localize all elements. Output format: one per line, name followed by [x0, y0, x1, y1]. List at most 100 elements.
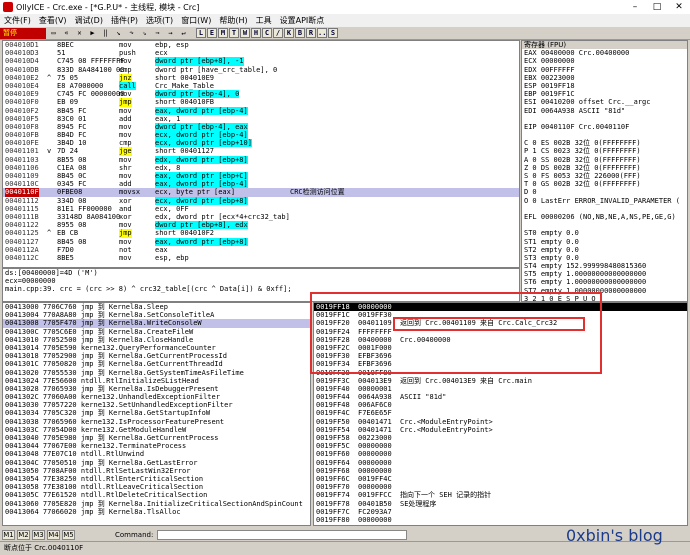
menu-item[interactable]: 插件(P) — [107, 15, 142, 26]
stack-row[interactable]: 0019FF3C 004013E9 返回到 Crc.004013E9 来自 Crc.… — [314, 377, 687, 385]
register-row[interactable]: EBX 00223000 — [522, 74, 687, 82]
dump-row[interactable]: 00413014 7705E590 kerne132.QueryPerforma… — [3, 344, 310, 352]
disasm-row[interactable]: 004010E2 ^ 75 05 jnz short 004010E9 — [3, 73, 519, 82]
register-row[interactable]: O 0 LastErr ERROR_INVALID_PARAMETER ( — [522, 197, 687, 205]
register-row[interactable]: EFL 00000206 (NO,NB,NE,A,NS,PE,GE,G) — [522, 213, 687, 221]
view-letter-button[interactable]: B — [295, 28, 305, 38]
dump-row[interactable]: 00413028 77065930 jmp 到 Kernel8a.IsDebug… — [3, 385, 310, 393]
stack-row[interactable]: 0019FF40 00000001 — [314, 385, 687, 393]
disasm-row[interactable]: 0040112A F7D0 not eax — [3, 246, 519, 254]
register-row[interactable]: EDX 00FFFFFF — [522, 66, 687, 74]
dump-row[interactable]: 00413020 77055530 jmp 到 Kernel8a.GetSyst… — [3, 369, 310, 377]
register-row[interactable]: EBP 0019FF1C — [522, 90, 687, 98]
view-letter-button[interactable]: H — [251, 28, 261, 38]
disasm-row[interactable]: 004010F0 EB 09 jmp short 004010FB — [3, 98, 519, 107]
disasm-row[interactable]: 0040111B 33148D 8A084100 xor edx, dword ptr… — [3, 213, 519, 221]
menu-item[interactable]: 调试(D) — [71, 15, 107, 26]
trace-into-icon[interactable]: ⇘ — [139, 28, 150, 38]
menu-item[interactable]: 查看(V) — [35, 15, 71, 26]
view-letter-button[interactable]: W — [240, 28, 250, 38]
register-row[interactable]: P 1 CS 0023 32位 0(FFFFFFFF) — [522, 147, 687, 155]
menu-item[interactable]: 帮助(H) — [215, 15, 251, 26]
rewind-icon[interactable]: « — [61, 28, 72, 38]
dump-row[interactable]: 00413058 77E38100 ntdll.RtlLeaveCritical… — [3, 483, 310, 491]
menu-item[interactable]: 选项(T) — [142, 15, 177, 26]
stack-row[interactable]: 0019FF78 00401B50 SE处理程序 — [314, 500, 687, 508]
dump-row[interactable]: 00413064 77066020 jmp 到 Kernel8a.TlsAllo… — [3, 508, 310, 516]
stack-row[interactable]: 0019FF70 00000000 — [314, 483, 687, 491]
register-row[interactable]: ECX 00000000 — [522, 57, 687, 65]
disasm-row[interactable]: 00401112 334D 08 xor ecx, dword ptr [ebp+8] — [3, 196, 519, 205]
view-letter-button[interactable]: L — [196, 28, 206, 38]
m4-button[interactable]: M4 — [47, 529, 60, 540]
stack-row[interactable]: 0019FF5C 00000000 — [314, 442, 687, 450]
view-letter-button[interactable]: / — [273, 28, 283, 38]
run-icon[interactable]: ▶ — [87, 28, 98, 38]
menu-item[interactable]: 文件(F) — [0, 15, 35, 26]
dump-row[interactable]: 00413018 77052900 jmp 到 Kernel8a.GetCurr… — [3, 352, 310, 360]
disasm-row[interactable]: 004010FB 8B4D FC mov ecx, dword ptr [ebp-4] — [3, 131, 519, 140]
register-row[interactable]: ST4 empty 152.999998480815360 — [522, 262, 687, 270]
stack-row[interactable]: 0019FF58 00223000 — [314, 434, 687, 442]
register-row[interactable]: EDI 0064A938 ASCII "81d" — [522, 107, 687, 115]
register-row[interactable]: S 0 FS 0053 32位 226000(FFF) — [522, 172, 687, 180]
disasm-row[interactable]: 00401106 C1EA 08 shr edx, 8 — [3, 164, 519, 172]
stack-row[interactable]: 0019FF80 00000000 — [314, 516, 687, 524]
stack-row[interactable]: 0019FF6C 0019FF4C — [314, 475, 687, 483]
register-row[interactable]: ESI 00410200 offset Crc.__argc — [522, 98, 687, 106]
register-row[interactable] — [522, 205, 687, 213]
dump-row[interactable]: 00413040 7705E980 jmp 到 Kernel8a.GetCurr… — [3, 434, 310, 442]
disasm-row[interactable]: 00401115 81E1 FF000000 and ecx, 0FF — [3, 205, 519, 213]
disasm-row[interactable]: 004010F5 83C0 01 add eax, 1 — [3, 115, 519, 123]
disasm-row[interactable]: 00401122 8955 08 mov dword ptr [ebp+8], edx — [3, 221, 519, 230]
view-letter-button[interactable]: M — [218, 28, 228, 38]
view-letter-button[interactable]: S — [328, 28, 338, 38]
register-row[interactable]: ST5 empty 1.00000000000000000 — [522, 270, 687, 278]
register-row[interactable] — [522, 221, 687, 229]
dump-row[interactable]: 00413000 7706C760 jmp 到 Kernel8a.Sleep — [3, 303, 310, 311]
disasm-row[interactable]: 0040110F 0FBE08 movsx ecx, byte ptr [eax] CR… — [3, 188, 519, 197]
dump-row[interactable]: 00413050 7708AF00 ntdll.RtlSetLastWin32E… — [3, 467, 310, 475]
disasm-row[interactable]: 004010D4 C745 08 FFFFFFFF mov dword ptr [eb… — [3, 57, 519, 66]
dump-row[interactable]: 00413048 77E07C10 ntdll.RtlUnwind — [3, 450, 310, 458]
pause-icon[interactable]: ‖ — [100, 28, 111, 38]
dump-row[interactable]: 0041300C 7705C6E0 jmp 到 Kernel8a.CreateF… — [3, 328, 310, 336]
register-row[interactable]: ST6 empty 1.00000000000000000 — [522, 278, 687, 286]
stack-row[interactable]: 0019FF4C F7E6E65F — [314, 409, 687, 417]
minimize-icon[interactable]: – — [624, 2, 646, 12]
close-file-icon[interactable]: ✕ — [74, 28, 85, 38]
register-row[interactable]: A 0 SS 002B 32位 0(FFFFFFFF) — [522, 156, 687, 164]
dump-row[interactable]: 00413060 7705E820 jmp 到 Kernel8a.Initial… — [3, 500, 310, 508]
menu-item[interactable]: 工具 — [252, 15, 276, 26]
registers-pane[interactable]: 寄存器 (FPU) EAX 00400000 Crc.00400000 ECX 00… — [521, 40, 688, 302]
m5-button[interactable]: M5 — [62, 529, 75, 540]
dump-row[interactable]: 00413044 77067E00 kerne132.TerminateProc… — [3, 442, 310, 450]
menu-item[interactable]: 设置API断点 — [276, 15, 329, 26]
disasm-row[interactable]: 004010DB 833D 8A484100 00 cmp dword ptr [ha… — [3, 66, 519, 74]
register-row[interactable]: EAX 00400000 Crc.00400000 — [522, 49, 687, 57]
view-letter-button[interactable]: R — [306, 28, 316, 38]
stack-row[interactable]: 0019FF64 00000000 — [314, 459, 687, 467]
disasm-row[interactable]: 004010F2 8B45 FC mov eax, dword ptr [ebp-4] — [3, 106, 519, 115]
open-icon[interactable]: ▭ — [48, 28, 59, 38]
register-row[interactable]: ST1 empty 0.0 — [522, 238, 687, 246]
stack-row[interactable]: 0019FF60 00000000 — [314, 450, 687, 458]
register-row[interactable]: T 0 GS 002B 32位 0(FFFFFFFF) — [522, 180, 687, 188]
disasm-row[interactable]: 00401125 ^ EB CB jmp short 004010F2 — [3, 229, 519, 238]
dump-row[interactable]: 0041302C 77060A00 kerne132.UnhandledExce… — [3, 393, 310, 401]
view-letter-button[interactable]: ... — [317, 28, 331, 38]
trace-over-icon[interactable]: ⇒ — [152, 28, 163, 38]
stack-row[interactable]: 0019FF44 0064A938 ASCII "81d" — [314, 393, 687, 401]
disassembly-pane[interactable]: 004010D1 8BEC mov ebp, esp 004010D3 51 push ecx… — [2, 40, 520, 268]
dump-row[interactable]: 00413054 77E38250 ntdll.RtlEnterCritical… — [3, 475, 310, 483]
step-into-icon[interactable]: ↘ — [113, 28, 124, 38]
m1-button[interactable]: M1 — [2, 529, 15, 540]
m2-button[interactable]: M2 — [17, 529, 30, 540]
register-row[interactable]: D 0 — [522, 188, 687, 196]
command-input[interactable] — [157, 529, 408, 540]
execute-till-return-icon[interactable]: → — [165, 28, 176, 38]
register-row[interactable] — [522, 115, 687, 123]
goto-icon[interactable]: ↵ — [178, 28, 189, 38]
disasm-row[interactable]: 004010FE 3B4D 10 cmp ecx, dword ptr [ebp+10… — [3, 139, 519, 148]
step-over-icon[interactable]: ↷ — [126, 28, 137, 38]
